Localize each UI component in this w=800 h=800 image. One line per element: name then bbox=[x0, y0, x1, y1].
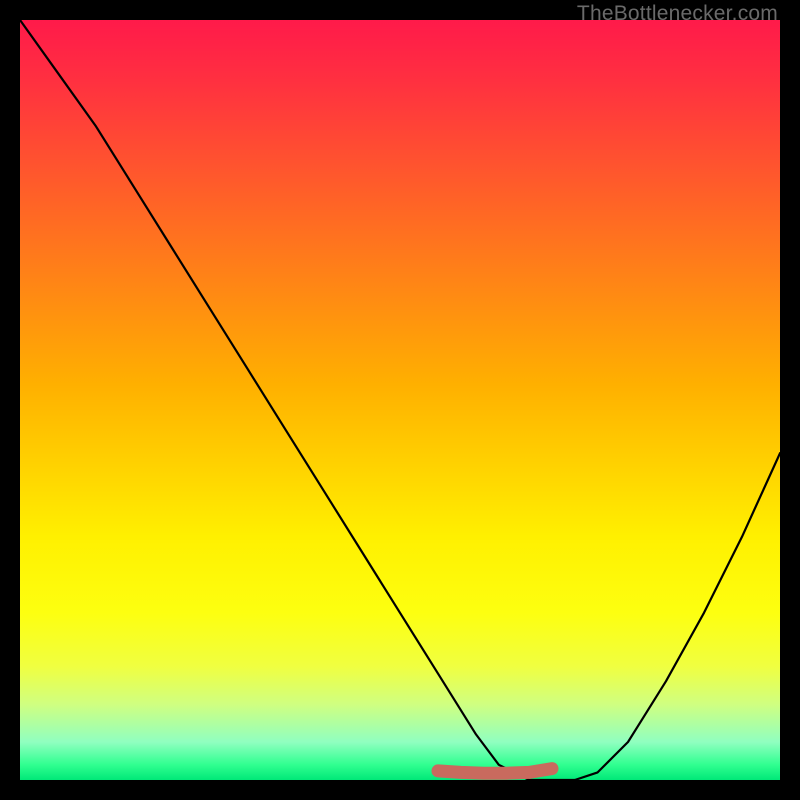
bottleneck-curve bbox=[20, 20, 780, 780]
watermark-text: TheBottlenecker.com bbox=[577, 2, 778, 26]
sweet-spot-highlight bbox=[438, 769, 552, 774]
chart-svg bbox=[20, 20, 780, 780]
plot-area bbox=[20, 20, 780, 780]
chart-root: TheBottlenecker.com bbox=[0, 0, 800, 800]
